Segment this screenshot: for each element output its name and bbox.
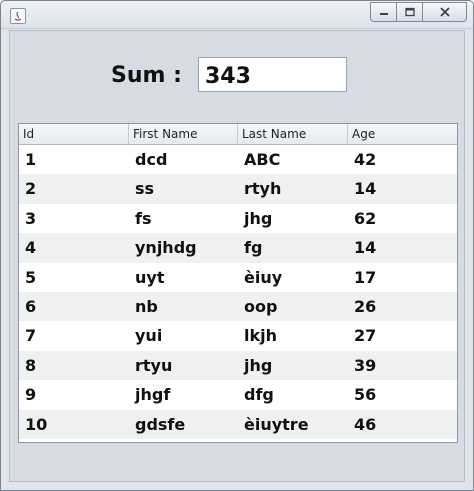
table-cell[interactable]: èiuytre xyxy=(238,410,348,439)
table-cell[interactable]: nb xyxy=(129,292,238,321)
table-header: Id First Name Last Name Age xyxy=(19,124,457,145)
minimize-icon xyxy=(379,13,388,15)
table-cell[interactable]: 10 xyxy=(19,410,129,439)
table-cell[interactable]: 7 xyxy=(19,321,129,350)
table-cell[interactable]: 56 xyxy=(348,380,457,409)
table-cell[interactable]: rtyh xyxy=(238,174,348,203)
table-body: 1 dcd ABC 42 2 ss rtyh 14 3 fs jhg 62 4 ynjhdg fg 14 5 uy… xyxy=(19,145,457,439)
table-cell[interactable]: uyt xyxy=(129,263,238,292)
maximize-icon xyxy=(404,7,415,17)
table-cell[interactable]: 42 xyxy=(348,145,457,174)
table-row[interactable]: 2 ss rtyh 14 xyxy=(19,174,457,204)
table-cell[interactable]: 46 xyxy=(348,410,457,439)
table-row[interactable]: 3 fs jhg 62 xyxy=(19,204,457,233)
table-row[interactable]: 6 nb oop 26 xyxy=(19,291,457,322)
table-cell[interactable]: 14 xyxy=(348,174,457,203)
table-cell[interactable]: 4 xyxy=(19,233,129,262)
table-cell[interactable]: gdsfe xyxy=(129,410,238,439)
table-cell[interactable]: 14 xyxy=(348,233,457,262)
table-row[interactable]: 7 yui lkjh 27 xyxy=(19,321,457,350)
column-header-age[interactable]: Age xyxy=(348,124,457,145)
table-cell[interactable]: 39 xyxy=(348,351,457,380)
minimize-button[interactable] xyxy=(370,2,397,22)
title-bar[interactable] xyxy=(1,1,473,29)
table-row[interactable]: 1 dcd ABC 42 xyxy=(19,145,457,174)
table-cell[interactable]: ABC xyxy=(238,145,348,174)
close-icon xyxy=(439,7,450,17)
table-row[interactable]: 4 ynjhdg fg 14 xyxy=(19,233,457,263)
column-header-id[interactable]: Id xyxy=(19,124,129,145)
table-row[interactable]: 5 uyt èiuy 17 xyxy=(19,263,457,292)
table-cell[interactable]: 6 xyxy=(19,292,129,321)
table-cell[interactable]: jhg xyxy=(238,204,348,233)
table-row[interactable]: 9 jhgf dfg 56 xyxy=(19,380,457,409)
table-cell[interactable]: dcd xyxy=(129,145,238,174)
table-cell[interactable]: 9 xyxy=(19,380,129,409)
data-table: Id First Name Last Name Age 1 dcd ABC 42 2 ss… xyxy=(18,123,458,443)
table-cell[interactable]: 2 xyxy=(19,174,129,203)
table-row[interactable]: 8 rtyu jhg 39 xyxy=(19,350,457,381)
table-cell[interactable]: 62 xyxy=(348,204,457,233)
column-header-first-name[interactable]: First Name xyxy=(129,124,238,145)
app-window: Sum : Id First Name Last Name Age 1dcdAB… xyxy=(0,0,474,491)
table-cell[interactable]: oop xyxy=(238,292,348,321)
java-app-icon[interactable] xyxy=(10,8,26,24)
table-cell[interactable]: 8 xyxy=(19,351,129,380)
table-cell[interactable]: rtyu xyxy=(129,351,238,380)
sum-label: Sum : xyxy=(111,63,182,88)
table-cell[interactable]: jhg xyxy=(238,351,348,380)
table-cell[interactable]: 5 xyxy=(19,263,129,292)
maximize-button[interactable] xyxy=(397,2,423,22)
table-cell[interactable]: lkjh xyxy=(238,321,348,350)
table-cell[interactable]: 26 xyxy=(348,292,457,321)
table-cell[interactable]: dfg xyxy=(238,380,348,409)
column-header-last-name[interactable]: Last Name xyxy=(238,124,348,145)
sum-field[interactable] xyxy=(198,57,347,92)
close-button[interactable] xyxy=(423,2,467,22)
table-cell[interactable]: fg xyxy=(238,233,348,262)
table-cell[interactable]: fs xyxy=(129,204,238,233)
table-cell[interactable]: ss xyxy=(129,174,238,203)
table-cell[interactable]: 3 xyxy=(19,204,129,233)
table-cell[interactable]: yui xyxy=(129,321,238,350)
table-cell[interactable]: 1 xyxy=(19,145,129,174)
table-cell[interactable]: jhgf xyxy=(129,380,238,409)
table-cell[interactable]: 17 xyxy=(348,263,457,292)
table-row[interactable]: 10 gdsfe èiuytre 46 xyxy=(19,409,457,439)
window-controls xyxy=(370,2,467,22)
table-cell[interactable]: 27 xyxy=(348,321,457,350)
table-cell[interactable]: ynjhdg xyxy=(129,233,238,262)
table-cell[interactable]: èiuy xyxy=(238,263,348,292)
